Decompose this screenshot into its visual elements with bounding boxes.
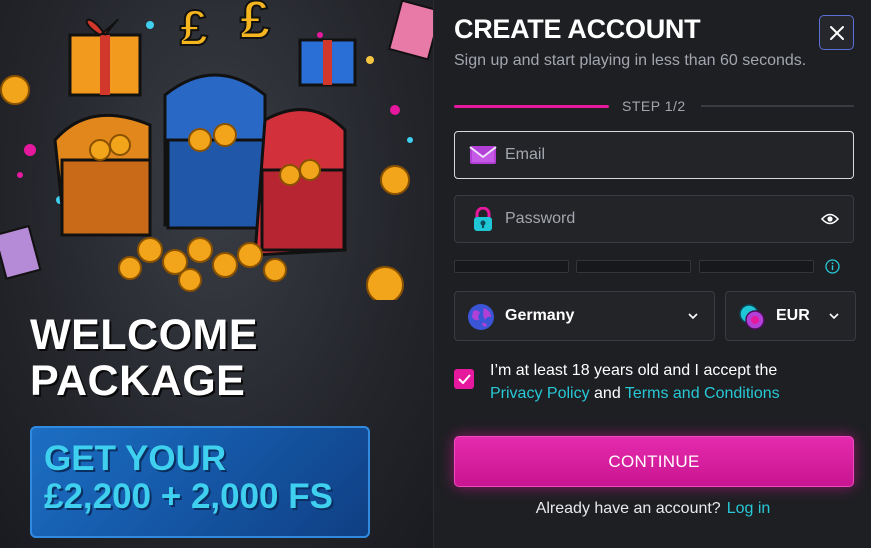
privacy-policy-link[interactable]: Privacy Policy — [490, 385, 590, 402]
bonus-offer-banner: GET YOUR £2,200 + 2,000 FS — [30, 426, 370, 538]
chevron-down-icon — [829, 313, 839, 320]
checkmark-icon — [457, 374, 471, 384]
close-button[interactable] — [819, 15, 854, 50]
email-field — [454, 131, 854, 179]
currency-value: EUR — [776, 307, 810, 324]
offer-line-1: GET YOUR — [44, 439, 227, 478]
offer-line-2: £2,200 + 2,000 FS — [44, 477, 333, 516]
password-strength-meter — [454, 259, 854, 274]
create-account-panel: CREATE ACCOUNT Sign up and start playing… — [433, 0, 871, 548]
promo-panel: £ £ WELCOME PACKAGE GET YOUR £2,200 + 2,… — [0, 0, 433, 548]
info-icon[interactable] — [825, 259, 840, 274]
envelope-icon — [469, 146, 497, 164]
welcome-package-headline: WELCOME PACKAGE — [30, 312, 258, 404]
login-prompt-text: Already have an account? — [535, 500, 721, 517]
step-label: STEP 1/2 — [622, 98, 686, 114]
treasure-chests-illustration: £ £ — [0, 0, 433, 300]
globe-icon — [468, 304, 494, 330]
headline-line-1: WELCOME — [30, 311, 259, 359]
form-title: CREATE ACCOUNT — [454, 14, 701, 44]
eye-icon[interactable] — [821, 212, 839, 226]
strength-segment — [699, 260, 814, 273]
svg-text:£: £ — [240, 0, 270, 50]
headline-line-2: PACKAGE — [30, 357, 246, 405]
coins-icon — [739, 304, 765, 330]
password-field — [454, 195, 854, 243]
strength-segment — [454, 260, 569, 273]
country-value: Germany — [505, 307, 575, 324]
consent-text: I’m at least 18 years old and I accept t… — [490, 359, 850, 405]
consent-prefix: I’m at least 18 years old and I accept t… — [490, 362, 778, 379]
email-input[interactable] — [505, 146, 805, 164]
svg-text:£: £ — [180, 0, 208, 56]
login-prompt: Already have an account? Log in — [434, 500, 871, 518]
currency-select[interactable]: EUR — [725, 291, 856, 341]
password-input[interactable] — [505, 210, 805, 228]
strength-segment — [576, 260, 691, 273]
country-select[interactable]: Germany — [454, 291, 715, 341]
step-progress-remaining-bar — [701, 105, 854, 107]
step-progress-active-bar — [454, 105, 609, 108]
consent-checkbox[interactable] — [454, 369, 474, 389]
terms-link[interactable]: Terms and Conditions — [625, 385, 780, 402]
form-subtitle: Sign up and start playing in less than 6… — [454, 52, 807, 69]
padlock-icon — [474, 207, 492, 231]
close-icon — [829, 25, 844, 40]
login-link[interactable]: Log in — [727, 500, 771, 517]
continue-button[interactable]: CONTINUE — [454, 436, 854, 487]
consent-and: and — [594, 385, 621, 402]
chevron-down-icon — [688, 313, 698, 320]
step-progress: STEP 1/2 — [454, 96, 854, 116]
